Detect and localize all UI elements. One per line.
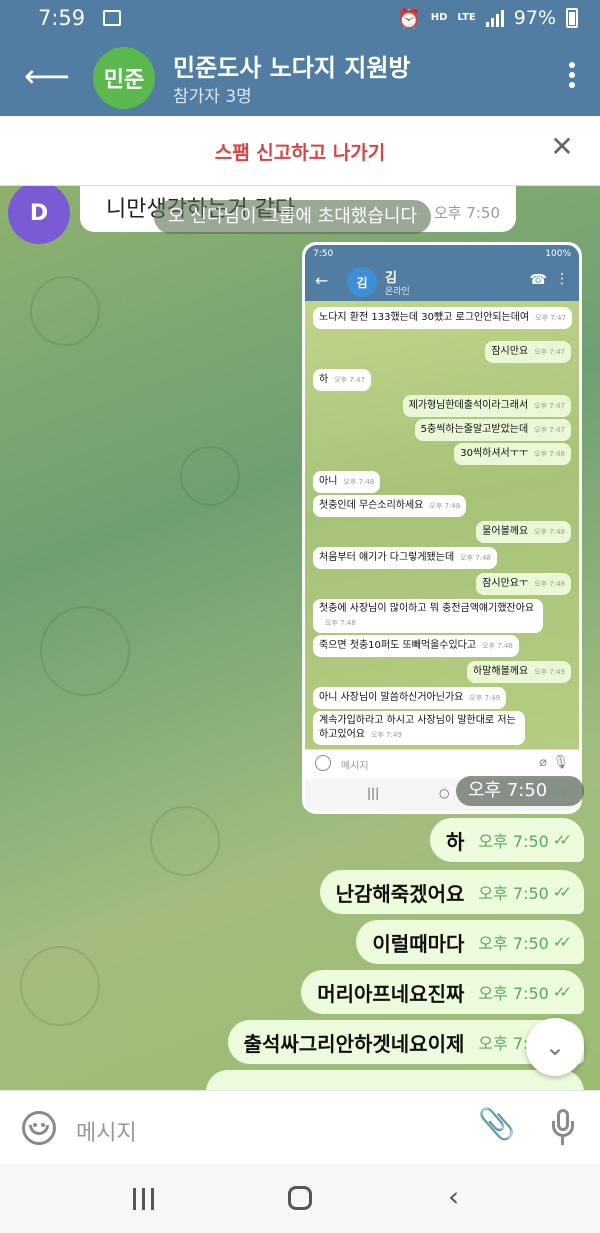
image-timestamp: 오후 7:50 ✓✓ [456,776,585,806]
report-spam-leave-button[interactable]: 스팸 신고하고 나가기 [0,138,600,165]
read-ticks-icon: ✓✓ [552,831,572,849]
lte-indicator: LTE [457,12,476,23]
attach-icon[interactable]: 📎 [478,1107,515,1142]
message-time: 오후 7:50 [478,832,549,851]
message-time: 오후 7:50 [478,984,549,1003]
embedded-message: 30씩하셔서ㅜㅜ 오후 7:48 [454,443,571,465]
embedded-back-icon: ← [315,271,329,290]
message-input-bar: 메시지 📎 [0,1090,600,1164]
embedded-emoji-icon [315,755,331,771]
battery-percent: 97% [513,7,556,29]
alarm-icon: ⏰ [397,7,421,30]
embedded-message: 5충씩하는줄알고받았는데 오후 7:47 [414,419,571,441]
chevron-down-icon: ⌄ [544,1033,566,1061]
outgoing-message-partial[interactable] [206,1070,584,1090]
embedded-mic-icon: 🎙 [552,755,569,770]
embedded-recents-icon: ||| [367,786,380,800]
embedded-avatar: 김 [347,267,377,297]
embedded-message: 하 오후 7:47 [313,369,372,391]
message-text: 난감해죽겠어요 [335,881,465,906]
message-text: 이럴때마다 [372,931,465,956]
embedded-attach-icon: ⌀ [539,755,547,770]
embedded-message: 하말해볼께요 오후 7:49 [466,661,571,683]
status-bar: 7:59 ⏰ HD LTE 97% [0,0,600,36]
background-doodle [150,806,220,876]
embedded-message: 제가형님한데출석이라그래서 오후 7:47 [402,395,571,417]
close-icon[interactable]: ✕ [546,130,578,163]
embedded-message: 계속가입하라고 하시고 사장님이 말한대로 저는하고있어요 오후 7:49 [313,711,525,745]
embedded-status-bar: 7:50 100% [305,245,579,263]
sender-avatar[interactable]: D [8,186,70,244]
recents-icon[interactable] [133,1188,154,1210]
read-ticks-icon: ✓✓ [552,983,572,1001]
message-text: 하 [445,829,465,854]
background-doodle [180,446,240,506]
embedded-input-bar: 메시지 ⌀ 🎙 [305,749,579,779]
message-time: 오후 7:50 [478,934,549,953]
embedded-chat-header: ← 김 김 온라인 ☎ ⋮ [305,263,579,301]
status-time: 7:59 [38,6,86,30]
outgoing-message[interactable]: 머리아프네요진짜 오후 7:50 ✓✓ [301,970,584,1014]
outgoing-message[interactable]: 하 오후 7:50 ✓✓ [429,818,584,862]
outgoing-message[interactable]: 난감해죽겠어요 오후 7:50 ✓✓ [319,870,584,914]
embedded-message: 잠시만요 오후 7:47 [485,341,571,363]
system-nav-bar: ‹ [0,1164,600,1233]
embedded-message: 첫충에 사장님이 많이하고 뭐 충전금액얘기했잔아요오후 7:48 [313,599,543,633]
read-ticks-icon: ✓✓ [553,782,572,800]
embedded-status-time: 7:50 [313,249,334,259]
embedded-message: 아니 오후 7:48 [313,471,381,493]
chat-title[interactable]: 민준도사 노다지 지원방 [173,48,411,83]
home-icon[interactable] [288,1186,312,1210]
chat-subtitle: 참가자 3명 [173,87,252,107]
scroll-down-button[interactable]: ⌄ [526,1018,584,1076]
background-doodle [20,946,100,1026]
screenshot-image[interactable]: 7:50 100% ← 김 김 온라인 ☎ ⋮ 노다지 환전 133했는데 30… [302,242,582,814]
outgoing-message[interactable]: 이럴때마다 오후 7:50 ✓✓ [356,920,584,964]
battery-icon [566,8,578,28]
embedded-message: 첫충인데 무슨소리하세요 오후 7:48 [313,495,467,517]
embedded-message: 잠시만요ㅜ 오후 7:48 [476,573,571,595]
chat-area[interactable]: 니만생각하는거 같다 오후 7:50 D 오 신다님이 그룹에 초대했습니다 7… [0,186,600,1090]
spam-report-bar: 스팸 신고하고 나가기 ✕ [0,116,600,186]
embedded-input-placeholder: 메시지 [341,761,369,772]
message-time: 오후 7:50 [478,884,549,903]
message-text: 머리아프네요진짜 [317,981,465,1006]
embedded-message: 물어볼께요 오후 7:48 [476,521,571,543]
group-avatar[interactable]: 민준 [93,47,155,109]
embedded-message: 죽으면 첫충10퍼도 또빼먹을수있다고 오후 7:48 [313,635,519,657]
gallery-icon [103,10,122,26]
mic-icon[interactable] [552,1109,574,1149]
read-ticks-icon: ✓✓ [552,883,572,901]
embedded-home-icon: ○ [439,786,450,800]
embedded-menu-icon: ⋮ [555,271,569,287]
read-ticks-icon: ✓✓ [552,933,572,951]
embedded-message: 노다지 환전 133했는데 30뺐고 로그인안되는데여 오후 7:47 [313,307,572,329]
message-time: 오후 7:50 [433,204,500,222]
embedded-phone-icon: ☎ [529,272,547,288]
embedded-contact-status: 온라인 [385,287,410,297]
system-back-icon[interactable]: ‹ [448,1180,459,1213]
embedded-battery: 100% [545,249,571,259]
message-input[interactable]: 메시지 [76,1115,137,1147]
chat-header: ⟵ 민준 민준도사 노다지 지원방 참가자 3명 [0,36,600,116]
embedded-message: 처음부터 얘기가 다그렇게됐는데 오후 7:48 [313,547,497,569]
embedded-message: 아니 사장님이 말씀하신거아닌가요 오후 7:49 [313,687,507,709]
hd-voice-indicator: HD [430,12,448,23]
back-arrow-icon[interactable]: ⟵ [24,56,70,96]
background-doodle [30,276,100,346]
background-doodle [40,606,130,696]
service-message: 오 신다님이 그룹에 초대했습니다 [154,200,432,234]
signal-icon [485,9,504,27]
more-menu-icon[interactable] [568,62,576,88]
message-text: 출석싸그리안하겟네요이제 [243,1031,465,1056]
